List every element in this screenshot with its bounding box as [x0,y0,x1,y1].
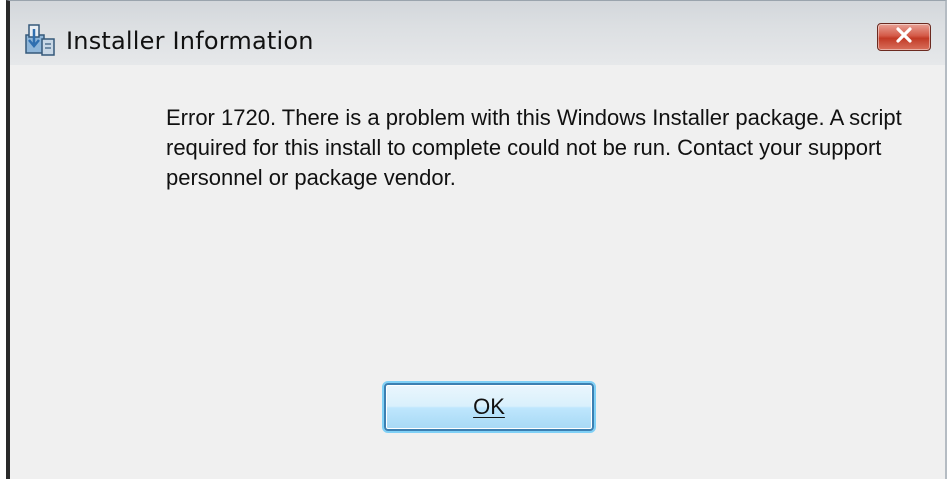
window-title: Installer Information [66,27,314,55]
dialog-body: Error 1720. There is a problem with this… [10,65,945,479]
installer-dialog: Installer Information Error 1720. There … [6,0,947,479]
error-message: Error 1720. There is a problem with this… [166,105,902,190]
close-icon [895,26,913,48]
title-bar[interactable]: Installer Information [10,1,945,65]
installer-icon [24,23,56,57]
ok-button[interactable]: OK [384,383,594,431]
ok-button-label: OK [473,394,505,419]
close-button[interactable] [877,23,931,51]
